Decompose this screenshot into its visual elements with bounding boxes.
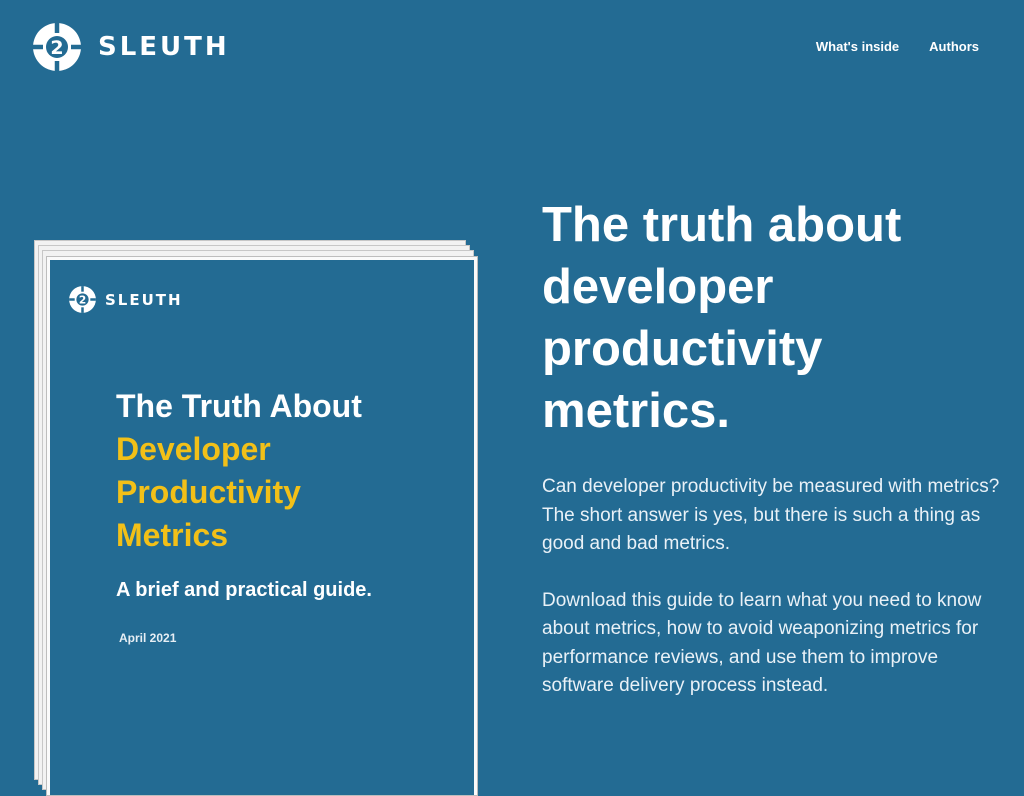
- nav-link-whats-inside[interactable]: What's inside: [816, 38, 899, 56]
- hero-cta-text: Download this guide to learn what you ne…: [542, 589, 982, 697]
- hero-description: Can developer productivity be measured w…: [542, 473, 1002, 701]
- sleuth-logo-icon: 2: [69, 286, 96, 313]
- sleuth-logo-icon: 2: [33, 23, 81, 71]
- cover-brand-name: SLEUTH: [105, 290, 183, 309]
- cover-title: The Truth About Developer Productivity M…: [116, 385, 456, 557]
- svg-text:2: 2: [79, 294, 86, 306]
- cover-subtitle: A brief and practical guide.: [116, 579, 372, 601]
- brand-name: SLEUTH: [98, 32, 230, 62]
- svg-text:2: 2: [50, 37, 63, 59]
- cover-date: April 2021: [119, 631, 177, 645]
- cover-title-line-4: Metrics: [116, 517, 229, 553]
- hero-question: Can developer productivity be measured w…: [542, 476, 1000, 497]
- brand-home-link[interactable]: 2 SLEUTH: [31, 21, 230, 73]
- book-cover: 2 SLEUTH The Truth About Developer Produ…: [46, 256, 478, 796]
- nav-link-authors[interactable]: Authors: [929, 38, 979, 56]
- cover-brand: 2 SLEUTH: [68, 285, 183, 314]
- cover-title-line-2: Developer: [116, 431, 271, 467]
- book-cover-panel: 2 SLEUTH The Truth About Developer Produ…: [50, 260, 474, 795]
- guide-book-mockup: 2 SLEUTH The Truth About Developer Produ…: [34, 240, 484, 796]
- cover-title-line-1: The Truth About: [116, 388, 362, 424]
- top-nav: What's inside Authors: [816, 38, 979, 56]
- hero-answer: The short answer is yes, but there is su…: [542, 504, 981, 555]
- hero-title: The truth about developer productivity m…: [542, 198, 902, 438]
- cover-title-line-3: Productivity: [116, 474, 301, 510]
- site-header: 2 SLEUTH What's inside Authors: [0, 0, 1024, 96]
